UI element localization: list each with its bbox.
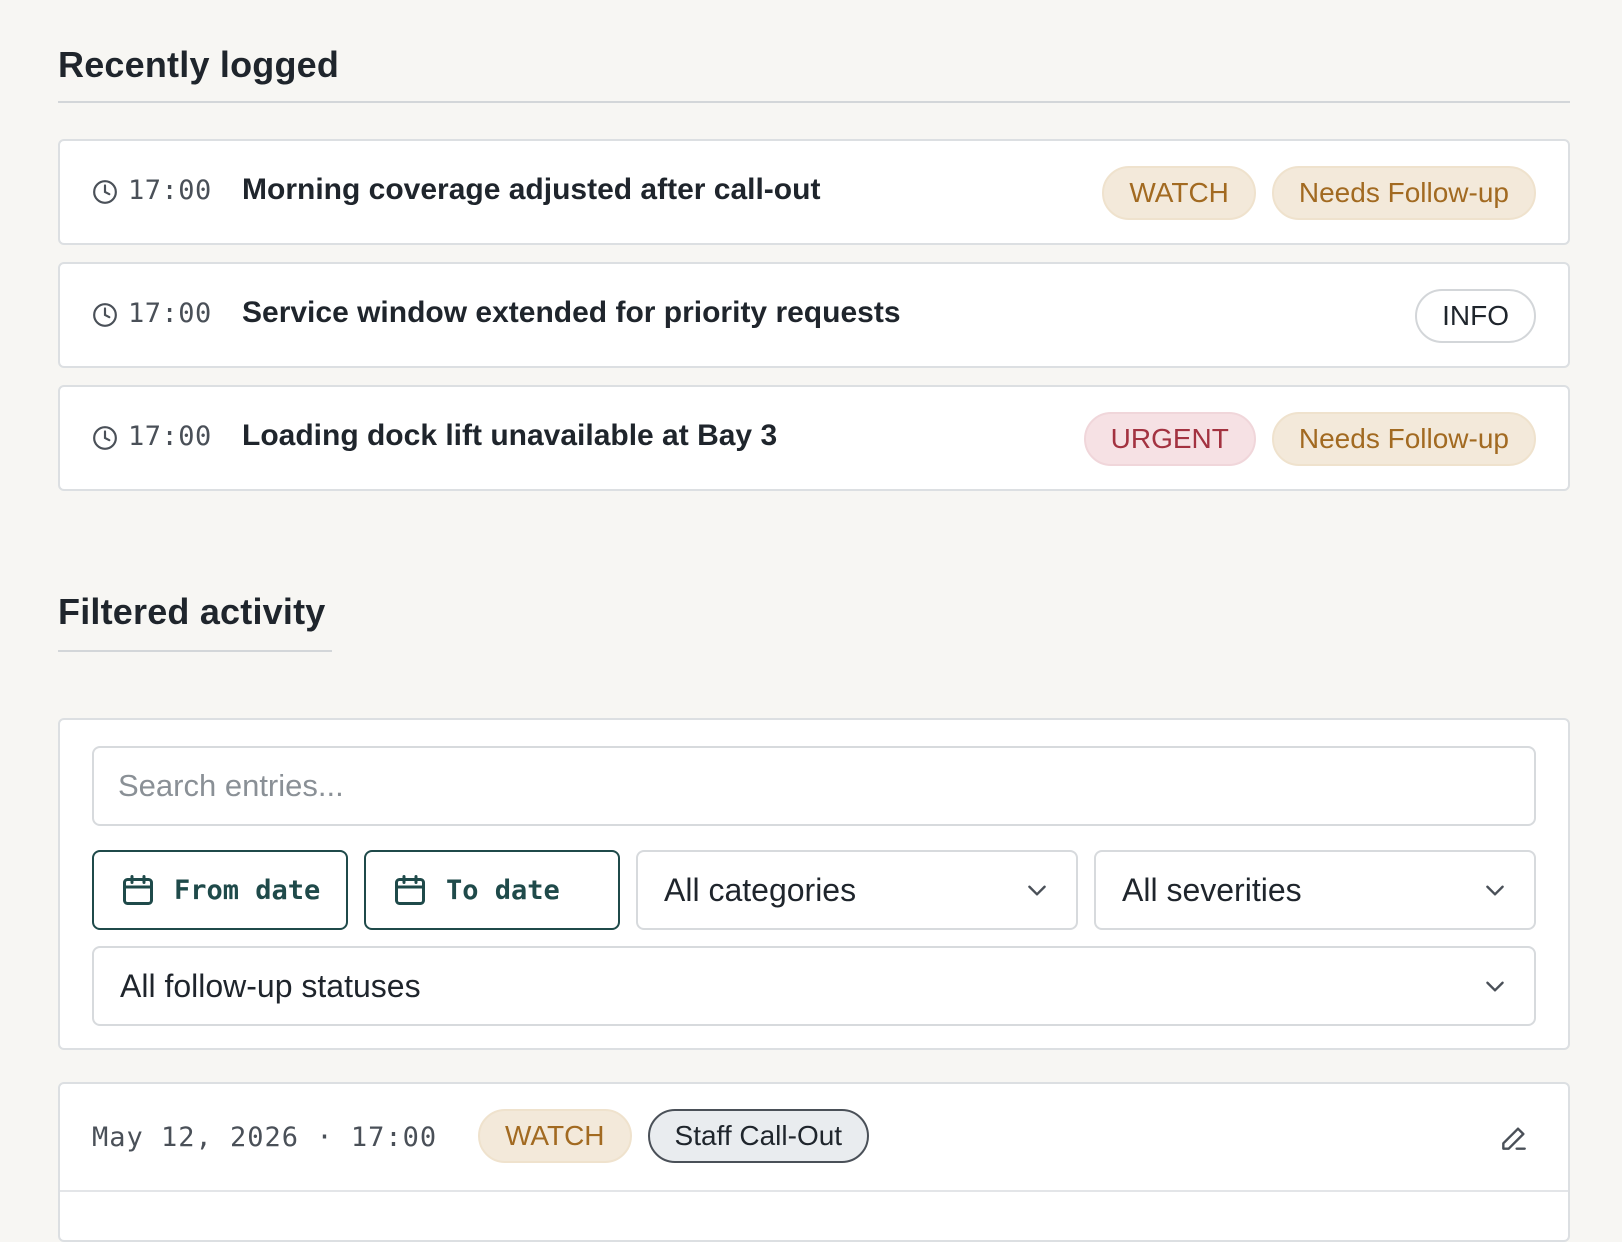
search-input[interactable] (92, 746, 1536, 826)
log-badges: URGENT Needs Follow-up (1083, 412, 1536, 466)
chevron-down-icon (1486, 885, 1504, 896)
log-row[interactable]: 17:00 Loading dock lift unavailable at B… (58, 385, 1570, 491)
log-time: 17:00 (128, 421, 212, 452)
entry-datetime: May 12, 2026 · 17:00 (92, 1122, 438, 1153)
category-badge: Staff Call-Out (647, 1109, 870, 1163)
pencil-icon (1502, 1127, 1526, 1150)
followup-badge: Needs Follow-up (1271, 166, 1536, 220)
severity-badge: WATCH (1102, 166, 1256, 220)
severity-select[interactable]: All severities (1094, 850, 1536, 930)
category-select-value: All categories (664, 871, 857, 908)
entry-badges: WATCH Staff Call-Out (478, 1109, 870, 1163)
severity-badge: WATCH (478, 1109, 632, 1163)
entry-divider (60, 1190, 1568, 1192)
severity-badge: URGENT (1083, 412, 1256, 466)
log-title: Morning coverage adjusted after call-out (242, 173, 821, 206)
log-title: Loading dock lift unavailable at Bay 3 (242, 419, 778, 452)
filtered-activity-heading: Filtered activity (58, 591, 326, 632)
clock-icon (93, 303, 117, 327)
edit-entry-button[interactable] (1494, 1118, 1534, 1158)
log-title: Service window extended for priority req… (242, 296, 901, 329)
calendar-icon (395, 875, 425, 905)
log-time: 17:00 (128, 175, 212, 206)
severity-badge: INFO (1415, 289, 1536, 343)
to-date-label: To date (446, 874, 560, 906)
log-badges: INFO (1415, 289, 1536, 343)
filtered-activity-divider (58, 650, 332, 652)
log-row[interactable]: 17:00 Service window extended for priori… (58, 262, 1570, 368)
from-date-button[interactable]: From date (92, 850, 348, 930)
chevron-down-icon (1486, 981, 1504, 992)
followup-status-select-value: All follow-up statuses (120, 967, 421, 1004)
recently-logged-divider (58, 101, 1570, 103)
clock-icon (93, 426, 117, 450)
from-date-label: From date (174, 874, 321, 906)
chevron-down-icon (1028, 885, 1046, 896)
severity-select-value: All severities (1122, 871, 1302, 908)
followup-badge: Needs Follow-up (1271, 412, 1536, 466)
clock-icon (93, 180, 117, 204)
calendar-icon (123, 875, 153, 905)
log-time: 17:00 (128, 298, 212, 329)
followup-status-select[interactable]: All follow-up statuses (92, 946, 1536, 1026)
recently-logged-heading: Recently logged (58, 44, 340, 85)
log-row[interactable]: 17:00 Morning coverage adjusted after ca… (58, 139, 1570, 245)
page: Recently logged 17:00 Morning coverage a… (0, 0, 1622, 1242)
to-date-button[interactable]: To date (364, 850, 620, 930)
log-badges: WATCH Needs Follow-up (1102, 166, 1536, 220)
category-select[interactable]: All categories (636, 850, 1078, 930)
filter-panel: From date To date All categories All sev… (58, 718, 1570, 1050)
activity-entry[interactable]: May 12, 2026 · 17:00 WATCH Staff Call-Ou… (58, 1082, 1570, 1242)
